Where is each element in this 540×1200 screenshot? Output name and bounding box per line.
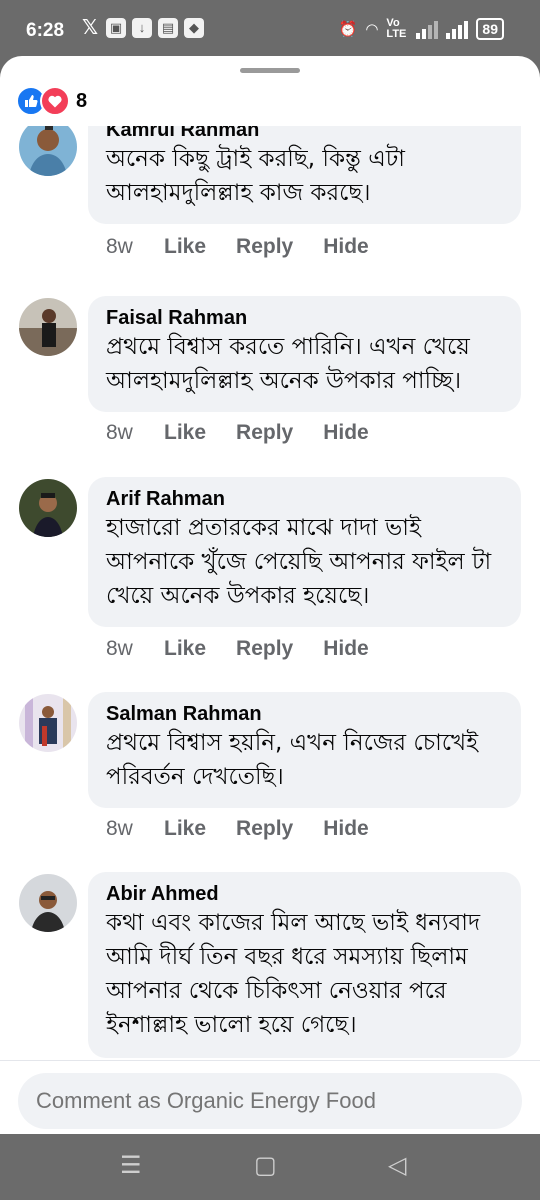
avatar[interactable]	[19, 126, 77, 176]
comment-time[interactable]: 8w	[106, 817, 164, 841]
comments-list[interactable]: Kamrul Rahman অনেক কিছু ট্রাই করছি, কিন্…	[0, 126, 540, 1058]
avatar[interactable]	[19, 694, 77, 752]
like-button[interactable]: Like	[164, 817, 206, 841]
comment-bubble[interactable]: Salman Rahman প্রথমে বিশ্বাস হয়নি, এখন …	[88, 692, 521, 808]
reaction-summary[interactable]: 8	[16, 86, 87, 116]
comment-time[interactable]: 8w	[106, 421, 164, 445]
comment-bubble[interactable]: Abir Ahmed কথা এবং কাজের মিল আছে ভাই ধন্…	[88, 872, 521, 1058]
status-time: 6:28	[26, 20, 65, 41]
signal-icon-1	[416, 19, 439, 39]
x-app-icon: 𝕏	[81, 17, 99, 39]
menu-icon[interactable]: ☰	[120, 1152, 142, 1180]
comment-time[interactable]: 8w	[106, 637, 164, 661]
comment-author[interactable]: Kamrul Rahman	[106, 126, 505, 142]
comment-author[interactable]: Abir Ahmed	[106, 882, 505, 906]
comment-bubble[interactable]: Faisal Rahman প্রথমে বিশ্বাস করতে পারিনি…	[88, 296, 521, 412]
download-icon: ↓	[132, 18, 152, 38]
status-bar: 6:28 𝕏 ▣ ↓ ▤ ◆ ⏰ ◠ Vo LTE 89	[0, 0, 540, 62]
hide-button[interactable]: Hide	[323, 235, 369, 259]
comment-time[interactable]: 8w	[106, 235, 164, 259]
battery-indicator: 89	[476, 18, 504, 40]
love-icon	[40, 86, 70, 116]
comment-text: অনেক কিছু ট্রাই করছি, কিন্তু এটা আলহামদু…	[106, 146, 405, 206]
wifi-icon: ◠	[365, 21, 379, 38]
alarm-icon: ⏰	[338, 21, 358, 38]
home-square-icon[interactable]: ▢	[254, 1152, 277, 1180]
hide-button[interactable]: Hide	[323, 637, 369, 661]
network-label: Vo LTE	[386, 17, 407, 40]
comment-actions: 8w Like Reply Hide	[106, 637, 399, 661]
comment-input[interactable]	[18, 1073, 522, 1129]
avatar[interactable]	[19, 298, 77, 356]
drag-handle[interactable]	[240, 68, 300, 73]
comment-author[interactable]: Salman Rahman	[106, 702, 505, 726]
comment-text: হাজারো প্রতারকের মাঝে দাদা ভাই আপনাকে খু…	[106, 515, 492, 609]
app-notification-icon: ▣	[106, 18, 126, 38]
system-indicators: ⏰ ◠ Vo LTE 89	[339, 18, 504, 40]
comment-bubble[interactable]: Kamrul Rahman অনেক কিছু ট্রাই করছি, কিন্…	[88, 126, 521, 224]
reply-button[interactable]: Reply	[236, 817, 293, 841]
hide-button[interactable]: Hide	[323, 817, 369, 841]
comment-actions: 8w Like Reply Hide	[106, 235, 399, 259]
reply-button[interactable]: Reply	[236, 637, 293, 661]
avatar[interactable]	[19, 479, 77, 537]
comments-sheet: 8 Kamrul Rahman অনেক কিছু ট্রাই করছি, কি…	[0, 56, 540, 1134]
shield-icon: ◆	[184, 18, 204, 38]
comment-author[interactable]: Faisal Rahman	[106, 306, 505, 330]
system-nav-bar: ☰ ▢ ◁	[0, 1134, 540, 1200]
reply-button[interactable]: Reply	[236, 421, 293, 445]
like-button[interactable]: Like	[164, 637, 206, 661]
back-triangle-icon[interactable]: ◁	[388, 1152, 406, 1180]
comment-composer	[0, 1060, 540, 1134]
comment-actions: 8w Like Reply Hide	[106, 421, 399, 445]
book-icon: ▤	[158, 18, 178, 38]
comment-actions: 8w Like Reply Hide	[106, 817, 399, 841]
reaction-count: 8	[76, 89, 88, 112]
comment-text: প্রথমে বিশ্বাস হয়নি, এখন নিজের চোখেই পর…	[106, 730, 479, 790]
comment-author[interactable]: Arif Rahman	[106, 487, 505, 511]
signal-icon-2	[446, 19, 469, 39]
comment-bubble[interactable]: Arif Rahman হাজারো প্রতারকের মাঝে দাদা ভ…	[88, 477, 521, 627]
hide-button[interactable]: Hide	[323, 421, 369, 445]
like-button[interactable]: Like	[164, 235, 206, 259]
notification-icons: 𝕏 ▣ ↓ ▤ ◆	[80, 18, 204, 38]
comment-text: কথা এবং কাজের মিল আছে ভাই ধন্যবাদ আমি দী…	[106, 910, 481, 1038]
reply-button[interactable]: Reply	[236, 235, 293, 259]
avatar[interactable]	[19, 874, 77, 932]
like-button[interactable]: Like	[164, 421, 206, 445]
comment-text: প্রথমে বিশ্বাস করতে পারিনি। এখন খেয়ে আল…	[106, 334, 470, 394]
